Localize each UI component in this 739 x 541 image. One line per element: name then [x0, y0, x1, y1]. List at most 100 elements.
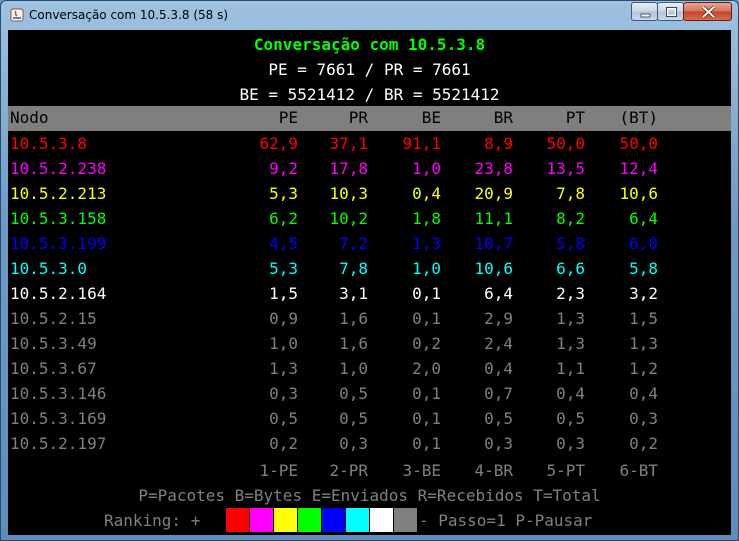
ranking-controls-hint: - Passo=1 P-Pausar [419, 511, 593, 530]
java-app-icon[interactable] [9, 7, 25, 23]
cell-pt: 50,0 [546, 134, 585, 153]
ranking-color-swatch [298, 508, 321, 532]
cell-bt: 0,3 [629, 409, 658, 428]
cell-br: 0,7 [484, 384, 513, 403]
node-address: 10.5.3.49 [10, 334, 97, 353]
cell-pt: 6,6 [556, 259, 585, 278]
ranking-color-swatch [226, 508, 249, 532]
cell-pe: 1,5 [269, 284, 298, 303]
cell-bt: 3,2 [629, 284, 658, 303]
cell-pe: 9,2 [269, 159, 298, 178]
cell-pe: 0,3 [269, 384, 298, 403]
cell-bt: 0,2 [629, 434, 658, 453]
cell-br: 11,1 [474, 209, 513, 228]
node-address: 10.5.2.15 [10, 309, 97, 328]
cell-be: 1,8 [412, 209, 441, 228]
cell-pt: 0,3 [556, 434, 585, 453]
cell-pt: 1,3 [556, 334, 585, 353]
cell-bt: 5,8 [629, 259, 658, 278]
cell-pr: 1,6 [339, 334, 368, 353]
column-header-nodo[interactable]: Nodo [10, 108, 49, 128]
column-header-bt[interactable]: (BT) [598, 108, 658, 128]
cell-be: 0,1 [412, 409, 441, 428]
sort-key-2[interactable]: 2-PR [308, 461, 368, 481]
cell-br: 10,6 [474, 259, 513, 278]
cell-br: 2,4 [484, 334, 513, 353]
sort-key-1[interactable]: 1-PE [238, 461, 298, 481]
cell-pt: 8,2 [556, 209, 585, 228]
cell-be: 0,1 [412, 284, 441, 303]
cell-pe: 5,3 [269, 184, 298, 203]
cell-pr: 17,8 [329, 159, 368, 178]
column-header-pr[interactable]: PR [308, 108, 368, 128]
cell-pt: 1,1 [556, 359, 585, 378]
cell-pe: 5,3 [269, 259, 298, 278]
cell-pe: 6,2 [269, 209, 298, 228]
column-header-pt[interactable]: PT [525, 108, 585, 128]
close-button[interactable] [683, 2, 732, 21]
cell-bt: 1,5 [629, 309, 658, 328]
cell-be: 2,0 [412, 359, 441, 378]
table-header: Nodo PE PR BE BR PT (BT) [8, 106, 731, 131]
cell-pr: 0,3 [339, 434, 368, 453]
cell-br: 10,7 [474, 234, 513, 253]
packets-summary: PE = 7661 / PR = 7661 [268, 60, 471, 79]
column-header-be[interactable]: BE [381, 108, 441, 128]
node-address: 10.5.3.8 [10, 134, 88, 153]
cell-pt: 5,8 [556, 234, 585, 253]
conversation-panel: Conversação com 10.5.3.8 PE = 7661 / PR … [8, 30, 731, 535]
cell-bt: 0,4 [629, 384, 658, 403]
node-address: 10.5.3.146 [10, 384, 107, 403]
cell-pt: 1,3 [556, 309, 585, 328]
cell-pe: 62,9 [259, 134, 298, 153]
cell-pt: 0,4 [556, 384, 585, 403]
ranking-color-swatch [394, 508, 417, 532]
title-bar[interactable]: Conversação com 10.5.3.8 (58 s) [1, 1, 738, 31]
cell-be: 0,2 [412, 334, 441, 353]
node-address: 10.5.3.158 [10, 209, 107, 228]
cell-pt: 2,3 [556, 284, 585, 303]
maximize-button[interactable] [657, 2, 684, 21]
node-address: 10.5.3.199 [10, 234, 107, 253]
cell-pr: 1,0 [339, 359, 368, 378]
cell-br: 0,4 [484, 359, 513, 378]
cell-pt: 13,5 [546, 159, 585, 178]
node-address: 10.5.3.169 [10, 409, 107, 428]
cell-pr: 10,3 [329, 184, 368, 203]
cell-br: 0,3 [484, 434, 513, 453]
cell-br: 20,9 [474, 184, 513, 203]
column-header-br[interactable]: BR [453, 108, 513, 128]
cell-be: 0,1 [412, 384, 441, 403]
sort-key-5[interactable]: 5-PT [525, 461, 585, 481]
cell-pr: 10,2 [329, 209, 368, 228]
app-window: Conversação com 10.5.3.8 (58 s) Conversa… [0, 0, 739, 541]
minimize-button[interactable] [631, 2, 658, 21]
cell-pe: 0,9 [269, 309, 298, 328]
cell-bt: 10,6 [619, 184, 658, 203]
node-address: 10.5.2.213 [10, 184, 107, 203]
window-title: Conversação com 10.5.3.8 (58 s) [29, 8, 229, 22]
cell-bt: 50,0 [619, 134, 658, 153]
cell-be: 91,1 [402, 134, 441, 153]
ranking-color-swatch [250, 508, 273, 532]
cell-pr: 1,6 [339, 309, 368, 328]
cell-pe: 0,2 [269, 434, 298, 453]
cell-be: 0,1 [412, 309, 441, 328]
sort-key-6[interactable]: 6-BT [598, 461, 658, 481]
sort-key-3[interactable]: 3-BE [381, 461, 441, 481]
sort-key-4[interactable]: 4-BR [453, 461, 513, 481]
cell-br: 2,9 [484, 309, 513, 328]
cell-pr: 0,5 [339, 409, 368, 428]
node-address: 10.5.3.67 [10, 359, 97, 378]
cell-be: 1,3 [412, 234, 441, 253]
column-header-pe[interactable]: PE [238, 108, 298, 128]
cell-br: 0,5 [484, 409, 513, 428]
cell-bt: 6,4 [629, 209, 658, 228]
cell-pr: 37,1 [329, 134, 368, 153]
cell-bt: 1,3 [629, 334, 658, 353]
abbreviation-legend: P=Pacotes B=Bytes E=Enviados R=Recebidos… [138, 486, 601, 505]
cell-bt: 12,4 [619, 159, 658, 178]
cell-pr: 3,1 [339, 284, 368, 303]
node-address: 10.5.2.164 [10, 284, 107, 303]
cell-bt: 1,2 [629, 359, 658, 378]
